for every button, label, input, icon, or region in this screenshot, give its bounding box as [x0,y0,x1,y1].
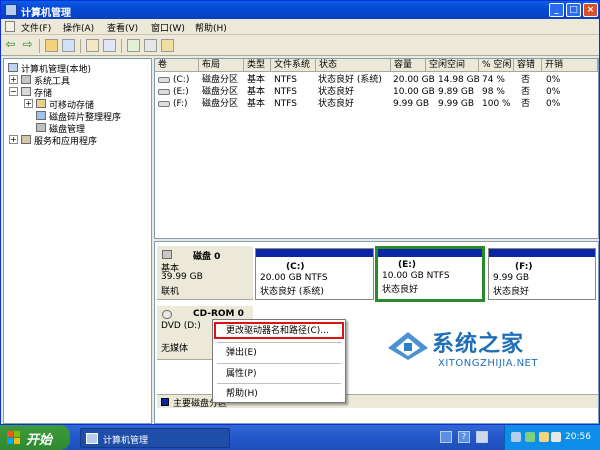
menu-help[interactable]: 帮助(H) [195,21,227,34]
partition-c[interactable]: (C:) 20.00 GB NTFS 状态良好 (系统) [255,248,374,300]
cdrom-name: CD-ROM 0 [193,309,244,319]
start-label: 开始 [26,433,53,448]
column-header-filesystem[interactable]: 文件系统 [271,59,316,72]
watermark-title: 系统之家 [432,331,525,357]
column-header-fault-tolerance[interactable]: 容错 [514,59,542,72]
close-button[interactable]: × [583,3,598,17]
title-bar[interactable]: 计算机管理 _ □ × [1,1,599,19]
console-tree: 计算机管理(本地) + 系统工具 − 存储 + 可移动存储 磁盘碎片整理程序 磁… [3,58,152,424]
column-header-overhead[interactable]: 开销 [542,59,598,72]
windows-flag-icon [7,431,20,444]
help-tray-icon[interactable]: ? [458,431,470,443]
taskbar: 开始 计算机管理 ? 20:56 [0,425,600,450]
network-icon[interactable] [511,432,521,442]
menu-view[interactable]: 查看(V) [107,21,138,34]
disk-0-size: 39.99 GB [161,272,203,282]
back-button[interactable]: ⇦ [4,38,17,52]
help-icon[interactable] [103,39,116,52]
expand-icon[interactable]: + [9,135,18,144]
storage-icon [21,87,31,96]
toolbar: ⇦ ⇨ [1,36,599,56]
menu-separator [217,342,341,343]
primary-partition-bar [378,249,482,257]
drive-icon [158,77,170,83]
cd-drive-icon [162,310,172,319]
hard-disk-icon [162,250,172,259]
menu-file[interactable]: 文件(F) [21,21,51,34]
partition-f[interactable]: (F:) 9.99 GB 状态良好 [488,248,596,300]
collapse-icon[interactable]: − [9,87,18,96]
maximize-button[interactable]: □ [566,3,581,17]
system-tray: 20:56 [504,425,600,450]
menu-item-help[interactable]: 帮助(H) [213,386,345,402]
clock: 20:56 [565,432,591,442]
primary-partition-bar [489,249,595,257]
minimize-button[interactable]: _ [549,3,564,17]
column-header-type[interactable]: 类型 [244,59,271,72]
menu-bar: 文件(F) 操作(A) 查看(V) 窗口(W) 帮助(H) [1,19,599,35]
up-folder-icon[interactable] [45,39,58,52]
context-menu: 更改驱动器名和路径(C)... 弹出(E) 属性(P) 帮助(H) [212,319,346,403]
watermark: 系统之家 XITONGZHIJIA.NET [380,318,590,378]
keyboard-icon[interactable] [440,431,452,443]
column-header-capacity[interactable]: 容量 [391,59,426,72]
expand-icon[interactable]: + [9,75,18,84]
security-icon[interactable] [525,432,535,442]
defrag-icon [36,111,46,120]
menu-item-properties[interactable]: 属性(P) [213,366,345,382]
window-title: 计算机管理 [21,8,71,19]
table-row[interactable]: (C:) 磁盘分区 基本 NTFS 状态良好 (系统) 20.00 GB 14.… [155,74,598,86]
watermark-url: XITONGZHIJIA.NET [438,358,538,369]
language-icon[interactable] [476,431,488,443]
watermark-logo-icon [388,332,428,360]
column-header-free-space[interactable]: 空闲空间 [426,59,479,72]
menu-action[interactable]: 操作(A) [63,21,94,34]
expand-icon[interactable]: + [24,99,33,108]
toolbar-separator [121,39,122,53]
drive-icon [158,101,170,107]
forward-button[interactable]: ⇨ [21,38,34,52]
table-row[interactable]: (E:) 磁盘分区 基本 NTFS 状态良好 10.00 GB 9.89 GB … [155,86,598,98]
system-tools-icon [21,75,31,84]
menu-item-eject[interactable]: 弹出(E) [213,345,345,361]
disk-0-label[interactable]: 磁盘 0 基本 39.99 GB 联机 [157,246,253,300]
column-header-layout[interactable]: 布局 [199,59,244,72]
show-tree-icon[interactable] [62,39,75,52]
menu-item-change-drive-letter[interactable]: 更改驱动器名和路径(C)... [213,323,345,339]
volume-list: 卷 布局 类型 文件系统 状态 容量 空闲空间 % 空闲 容错 开销 (C:) … [154,58,599,239]
primary-partition-bar [256,249,373,257]
menu-separator [217,363,341,364]
disk-management-icon [36,123,46,132]
refresh-icon[interactable] [127,39,140,52]
column-header-volume[interactable]: 卷 [155,59,199,72]
column-header-percent-free[interactable]: % 空闲 [479,59,514,72]
document-icon[interactable] [5,21,15,32]
removable-storage-icon [36,99,46,108]
tree-item-services[interactable]: 服务和应用程序 [34,134,97,147]
toolbar-separator [39,39,40,53]
cdrom-status: 无媒体 [161,344,189,354]
primary-partition-swatch [161,398,169,406]
toolbar-separator [80,39,81,53]
disk-0-status: 联机 [161,287,180,297]
computer-icon [8,63,18,72]
menu-separator [217,383,341,384]
computer-management-icon [5,4,17,16]
disk-0-name: 磁盘 0 [193,252,221,262]
cdrom-type: DVD (D:) [161,321,201,331]
info-icon[interactable] [551,432,561,442]
drive-icon [158,89,170,95]
export-list-icon[interactable] [144,39,157,52]
column-header-status[interactable]: 状态 [316,59,391,72]
partition-e[interactable]: (E:) 10.00 GB NTFS 状态良好 [375,246,485,302]
computer-management-icon [86,433,98,444]
properties-icon[interactable] [86,39,99,52]
volume-icon[interactable] [539,432,549,442]
table-row[interactable]: (F:) 磁盘分区 基本 NTFS 状态良好 9.99 GB 9.99 GB 1… [155,98,598,110]
menu-window[interactable]: 窗口(W) [151,21,185,34]
taskbar-item-computer-management[interactable]: 计算机管理 [80,428,230,448]
start-button[interactable]: 开始 [0,425,70,450]
disk-settings-icon[interactable] [161,39,174,52]
services-icon [21,135,31,144]
